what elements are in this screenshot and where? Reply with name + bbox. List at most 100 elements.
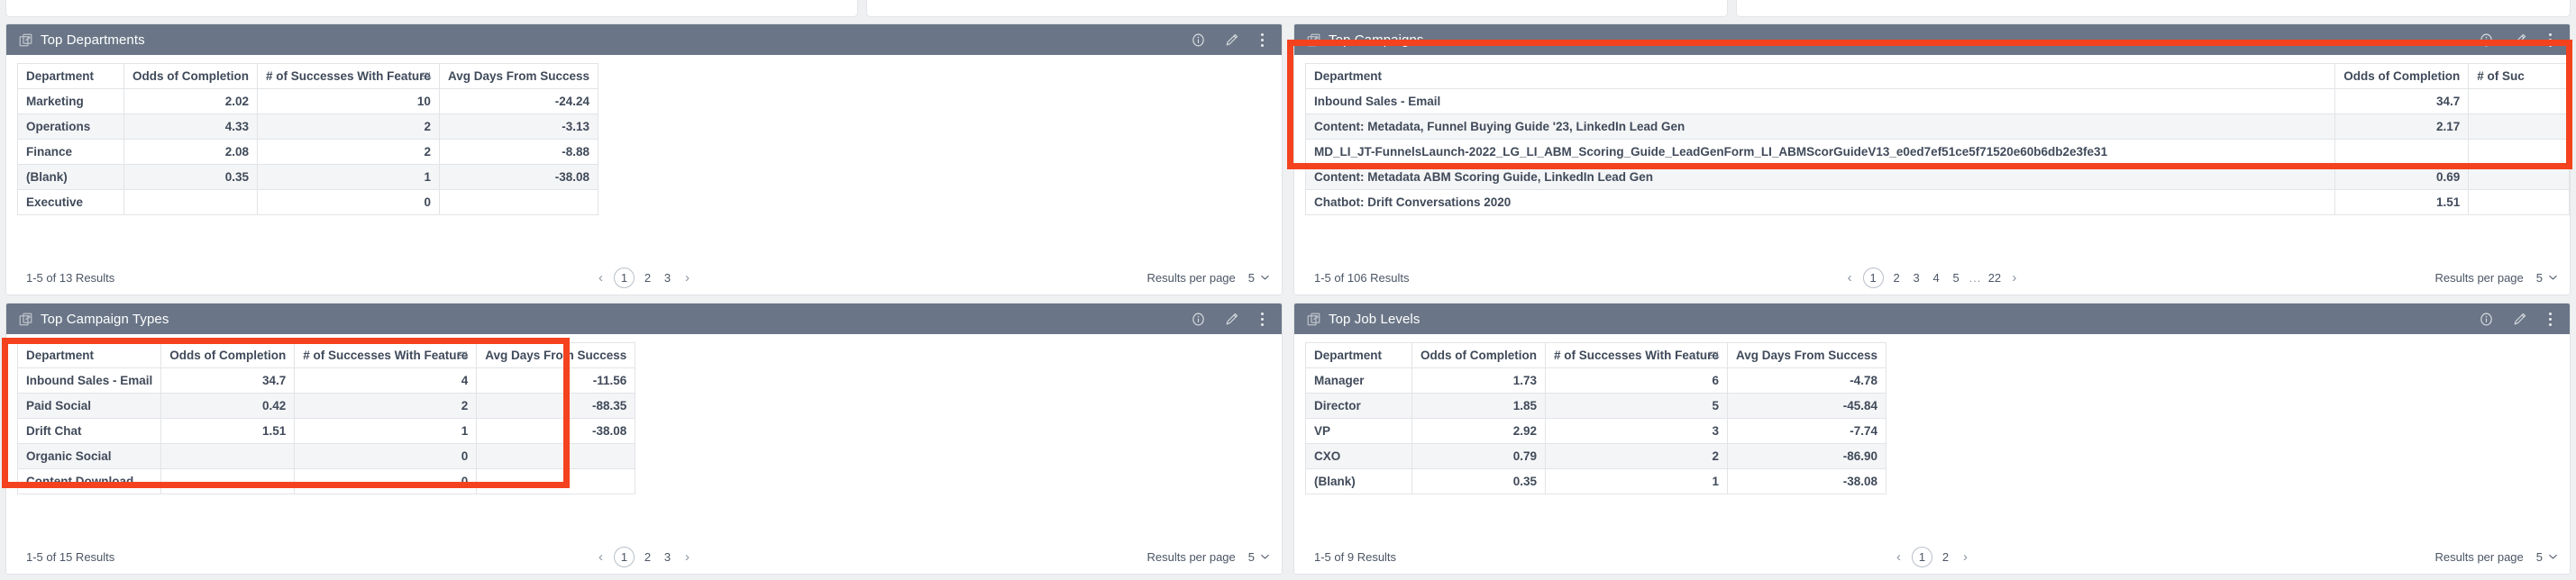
results-count: 1-5 of 13 Results <box>26 270 115 285</box>
cell-odds: 2.92 <box>1411 418 1546 444</box>
panel-body-top-departments: Department Odds of Completion # of Success… <box>6 55 1282 260</box>
column-header-department[interactable]: Department <box>16 342 162 368</box>
column-header-department[interactable]: Department <box>1305 342 1412 368</box>
kebab-menu-icon[interactable] <box>2545 311 2555 328</box>
column-header-department-label: Department <box>1314 349 1383 362</box>
panel-header-top-job-levels: Top Job Levels <box>1294 304 2570 334</box>
column-header-successes[interactable]: # of Successes With Feature <box>294 342 478 368</box>
previous-card-2 <box>866 0 1728 17</box>
pagination-next[interactable]: › <box>2007 270 2021 285</box>
column-header-avg-days[interactable]: Avg Days From Success <box>1726 342 1887 368</box>
column-header-odds-label: Odds of Completion <box>2343 69 2461 83</box>
pagination-next[interactable]: › <box>681 549 694 565</box>
cell-department: CXO <box>1305 443 1412 469</box>
panel-header-top-departments: Top Departments <box>6 24 1282 55</box>
pagination-next[interactable]: › <box>1959 549 1972 565</box>
external-link-icon[interactable] <box>1307 33 1320 47</box>
panel-title-wrap: Top Departments <box>19 32 145 48</box>
table-row: (Blank) 0.35 1 -38.08 <box>1305 468 1887 494</box>
table-row: Marketing 2.02 10 -24.24 <box>17 88 599 114</box>
pagination-prev[interactable]: ‹ <box>594 549 607 565</box>
chevron-down-icon <box>2549 554 2557 559</box>
pagination-page-2[interactable]: 2 <box>1890 271 1904 285</box>
column-header-successes[interactable]: # of Suc <box>2468 63 2570 89</box>
kebab-menu-icon[interactable] <box>2545 32 2555 49</box>
cell-odds: 1.73 <box>1411 367 1546 394</box>
results-per-page-label: Results per page <box>2434 270 2524 285</box>
column-header-department-label: Department <box>1314 69 1383 83</box>
pagination-page-3[interactable]: 3 <box>1910 271 1923 285</box>
cell-avg-days: -88.35 <box>476 393 636 419</box>
column-header-odds-label: Odds of Completion <box>169 349 287 362</box>
table-row: Director 1.85 5 -45.84 <box>1305 393 1887 419</box>
external-link-icon[interactable] <box>1307 313 1320 326</box>
cell-successes <box>2468 189 2570 215</box>
pencil-icon[interactable] <box>2512 32 2527 48</box>
cell-department: Marketing <box>17 88 124 114</box>
cell-odds <box>123 189 258 215</box>
pagination-page-4[interactable]: 4 <box>1930 271 1943 285</box>
results-per-page-select[interactable]: 5 <box>2536 271 2557 285</box>
cell-avg-days: -86.90 <box>1726 443 1887 469</box>
cell-odds: 2.17 <box>2334 113 2470 140</box>
external-link-icon[interactable] <box>19 313 32 326</box>
column-header-successes-label: # of Successes With Feature <box>1554 349 1719 362</box>
column-header-department[interactable]: Department <box>17 63 124 89</box>
panel-body-top-job-levels: Department Odds of Completion # of Success… <box>1294 334 2570 539</box>
info-icon[interactable] <box>1191 312 1206 327</box>
panel-body-top-campaign-types: Department Odds of Completion # of Success… <box>6 334 1282 539</box>
info-icon[interactable] <box>2479 312 2494 327</box>
cell-successes: 2 <box>257 113 440 140</box>
pagination-page-2[interactable]: 2 <box>641 550 654 564</box>
info-icon[interactable] <box>2479 32 2494 48</box>
cell-department: Inbound Sales - Email <box>1304 88 2336 114</box>
pagination-page-5[interactable]: 5 <box>1950 271 1963 285</box>
table-header-row: Department Odds of Completion # of Success… <box>17 63 599 89</box>
column-header-successes[interactable]: # of Successes With Feature <box>1545 342 1728 368</box>
pagination-next[interactable]: › <box>681 270 694 285</box>
pencil-icon[interactable] <box>1224 312 1239 327</box>
column-header-odds[interactable]: Odds of Completion <box>1411 342 1546 368</box>
column-header-odds[interactable]: Odds of Completion <box>123 63 258 89</box>
results-per-page-select[interactable]: 5 <box>1248 271 1269 285</box>
cell-department: Content Download <box>16 468 162 494</box>
results-per-page-select[interactable]: 5 <box>2536 550 2557 564</box>
external-link-icon[interactable] <box>19 33 32 47</box>
pagination-page-2[interactable]: 2 <box>1939 550 1952 564</box>
pagination-prev[interactable]: ‹ <box>594 270 607 285</box>
previous-card-1 <box>5 0 858 17</box>
panel-body-top-campaigns: Department Odds of Completion # of Suc Inbo… <box>1294 55 2570 260</box>
pagination-page-1[interactable]: 1 <box>614 267 635 288</box>
cell-odds: 34.7 <box>160 367 296 394</box>
pagination-page-1[interactable]: 1 <box>1862 267 1884 288</box>
column-header-department[interactable]: Department <box>1304 63 2336 89</box>
column-header-odds[interactable]: Odds of Completion <box>2334 63 2470 89</box>
pagination-page-1[interactable]: 1 <box>614 546 635 567</box>
pagination-page-3[interactable]: 3 <box>661 271 674 285</box>
panel-title-wrap: Top Campaign Types <box>19 312 169 327</box>
column-header-odds[interactable]: Odds of Completion <box>160 342 296 368</box>
panel-grid: Top Departments Department Odds of Complet… <box>0 20 2576 580</box>
column-header-avg-days[interactable]: Avg Days From Success <box>476 342 636 368</box>
pagination-page-2[interactable]: 2 <box>641 271 654 285</box>
pagination-page-last[interactable]: 22 <box>1987 271 2001 285</box>
results-per-page-select[interactable]: 5 <box>1248 550 1269 564</box>
pencil-icon[interactable] <box>1224 32 1239 48</box>
column-header-successes[interactable]: # of Successes With Feature <box>257 63 440 89</box>
results-count: 1-5 of 9 Results <box>1314 549 1397 564</box>
cell-odds: 0.35 <box>123 164 258 190</box>
pagination-page-1[interactable]: 1 <box>1912 546 1932 567</box>
pencil-icon[interactable] <box>2512 312 2527 327</box>
kebab-menu-icon[interactable] <box>1257 32 1267 49</box>
column-header-avg-days-label: Avg Days From Success <box>447 69 590 83</box>
pagination-prev[interactable]: ‹ <box>1843 270 1857 285</box>
kebab-menu-icon[interactable] <box>1257 311 1267 328</box>
column-header-avg-days[interactable]: Avg Days From Success <box>438 63 599 89</box>
cell-odds: 2.08 <box>123 139 258 165</box>
table-row: Inbound Sales - Email 34.7 <box>1304 88 2570 114</box>
info-icon[interactable] <box>1191 32 1206 48</box>
cell-successes: 1 <box>257 164 440 190</box>
table-header-row: Department Odds of Completion # of Success… <box>16 342 636 368</box>
pagination-page-3[interactable]: 3 <box>661 550 674 564</box>
pagination-prev[interactable]: ‹ <box>1892 549 1905 565</box>
